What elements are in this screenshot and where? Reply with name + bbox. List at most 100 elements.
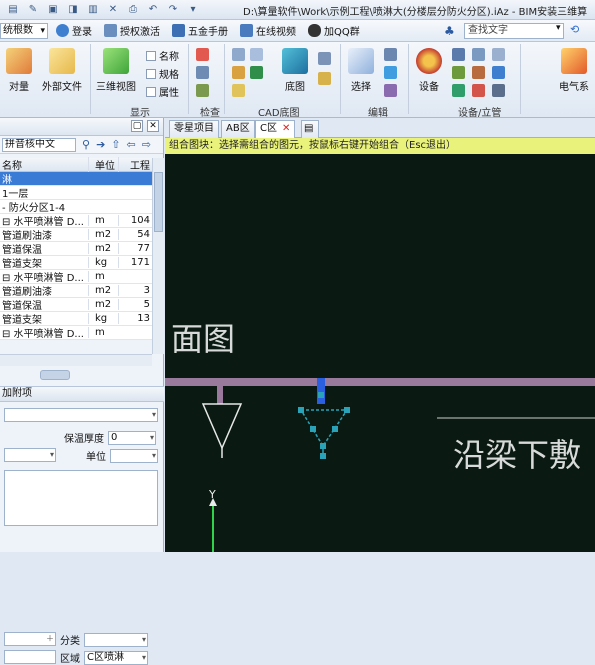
splitter-handle[interactable] <box>40 370 70 380</box>
compare-button[interactable]: 对量 <box>6 48 32 93</box>
note-area[interactable] <box>4 470 158 526</box>
base-map-button[interactable]: 底图 <box>282 48 308 93</box>
search-input[interactable]: 查找文字 <box>464 23 564 39</box>
arrow-up-icon[interactable]: ⇧ <box>111 138 120 151</box>
tab-misc-items[interactable]: 零星项目 <box>169 120 219 138</box>
table-icon[interactable] <box>250 48 263 61</box>
arrow-right-outline-icon[interactable]: ⇨ <box>142 138 151 151</box>
new-tab-button[interactable]: ▤ <box>301 120 319 138</box>
print-icon[interactable]: ⎙ <box>126 3 140 17</box>
column-header-qty[interactable]: 工程 <box>118 157 152 172</box>
pen-icon[interactable] <box>232 66 245 79</box>
table-row[interactable]: 管道刷油漆 m2 54 <box>0 228 152 242</box>
row-name: 1一层 <box>2 189 29 200</box>
link-icon[interactable] <box>196 84 209 97</box>
login-button[interactable]: 登录 <box>56 23 92 38</box>
arrow-left-icon[interactable]: ⇦ <box>127 138 136 151</box>
table-row[interactable]: 管道保温 m2 5 <box>0 298 152 312</box>
horizontal-scrollbar[interactable] <box>0 354 152 366</box>
tab-ab-zone[interactable]: AB区 <box>221 120 255 138</box>
spec-toggle[interactable]: 规格 <box>146 66 179 81</box>
search-icon[interactable]: ⚲ <box>82 138 90 151</box>
stack-icon[interactable] <box>318 72 331 85</box>
brush-icon[interactable] <box>452 66 465 79</box>
region-field[interactable]: C区喷淋 ▾ <box>84 650 148 665</box>
table-row[interactable]: 管道支架 kg 13 <box>0 312 152 326</box>
delete-icon[interactable] <box>472 84 485 97</box>
property-select[interactable]: ▾ <box>4 408 158 422</box>
column-header-name[interactable]: 名称 <box>0 157 88 172</box>
table-row[interactable]: ⊟ 水平喷淋管 D... m <box>0 326 152 340</box>
pin-icon[interactable]: ▢ <box>131 120 143 132</box>
category-field[interactable]: ▾ <box>84 632 148 647</box>
external-file-button[interactable]: 外部文件 <box>40 48 84 93</box>
align-icon[interactable] <box>384 48 397 61</box>
table-row[interactable]: ⊟ 水平喷淋管 D... m 104 <box>0 214 152 228</box>
tab-c-zone[interactable]: C区 ✕ <box>255 120 296 138</box>
doc-select[interactable]: 统根数 <box>0 22 48 39</box>
table-row[interactable]: - 防火分区1-4 <box>0 200 152 214</box>
scissors-icon[interactable] <box>384 84 397 97</box>
close-tab-icon[interactable]: ✕ <box>282 123 290 134</box>
row-unit: m2 <box>88 285 118 296</box>
save-as-icon[interactable]: ▥ <box>86 3 100 17</box>
save-icon[interactable]: ◨ <box>66 3 80 17</box>
add-item-tab[interactable]: 加附项 <box>0 386 164 402</box>
move-icon[interactable] <box>232 84 245 97</box>
attribute-toggle[interactable]: 属性 <box>146 84 179 99</box>
row-qty: 104 <box>118 215 152 226</box>
open-icon[interactable]: ▣ <box>46 3 60 17</box>
table-row[interactable]: 管道刷油漆 m2 3 <box>0 284 152 298</box>
dots-icon[interactable] <box>472 48 485 61</box>
property-field[interactable]: ▾ <box>4 448 56 462</box>
property-field[interactable]: ＋ <box>4 632 56 646</box>
customize-icon[interactable]: ▾ <box>186 3 200 17</box>
table-row[interactable]: 管道支架 kg 171 <box>0 256 152 270</box>
online-video-button[interactable]: 在线视频 <box>240 23 296 38</box>
riser-icon[interactable] <box>452 84 465 97</box>
undo-icon[interactable]: ↶ <box>146 3 160 17</box>
stretch-icon[interactable] <box>384 66 397 79</box>
redo-icon[interactable]: ↷ <box>166 3 180 17</box>
column-header-unit[interactable]: 单位 <box>88 157 118 172</box>
name-toggle[interactable]: 名称 <box>146 48 179 63</box>
settings-icon[interactable] <box>492 84 505 97</box>
close-icon[interactable]: ✕ <box>147 120 159 132</box>
table-row[interactable]: ⊟ 水平喷淋管 D... m <box>0 270 152 284</box>
equipment-button[interactable]: 设备 <box>416 48 442 93</box>
cad-canvas[interactable]: 面图 沿梁下敷 Y <box>165 154 595 552</box>
chevron-down-icon[interactable]: ▾ <box>556 23 561 33</box>
layer-icon[interactable] <box>232 48 245 61</box>
table-row[interactable]: 1一层 <box>0 186 152 200</box>
unit-field[interactable]: ▾ <box>110 448 158 463</box>
hardware-manual-button[interactable]: 五金手册 <box>172 23 228 38</box>
grid-icon[interactable] <box>196 48 209 61</box>
search-tool-icon[interactable] <box>452 48 465 61</box>
layers-icon[interactable] <box>318 52 331 65</box>
wrench-icon[interactable] <box>196 66 209 79</box>
key-icon <box>104 24 117 37</box>
property-field[interactable] <box>4 650 56 664</box>
copy-icon[interactable] <box>492 66 505 79</box>
3d-view-button[interactable]: 三维视图 <box>96 48 136 93</box>
table-row[interactable]: 管道保温 m2 77 <box>0 242 152 256</box>
join-qq-group-button[interactable]: 加QQ群 <box>308 23 360 38</box>
checkbox[interactable] <box>146 50 156 61</box>
checkbox[interactable] <box>146 68 156 79</box>
select-button[interactable]: 选择 <box>348 48 374 93</box>
activate-button[interactable]: 授权激活 <box>104 23 160 38</box>
tree-search-input[interactable]: 拼音核中文 <box>2 137 76 152</box>
new-icon[interactable]: ✎ <box>26 3 40 17</box>
tree-scrollbar[interactable] <box>152 158 164 354</box>
insulation-field[interactable]: 0 ▾ <box>108 430 156 445</box>
close-doc-icon[interactable]: ✕ <box>106 3 120 17</box>
electric-system-button[interactable]: 电气系 <box>556 48 592 93</box>
tool-icon[interactable] <box>472 66 485 79</box>
frame-icon[interactable] <box>492 48 505 61</box>
scrollbar-thumb[interactable] <box>154 172 163 232</box>
arrow-right-icon[interactable]: ➔ <box>96 138 105 151</box>
back-arrow-icon[interactable]: ⟲ <box>570 23 579 36</box>
plus-icon[interactable] <box>250 66 263 79</box>
checkbox[interactable] <box>146 86 156 97</box>
table-row[interactable]: 淋 <box>0 172 152 186</box>
